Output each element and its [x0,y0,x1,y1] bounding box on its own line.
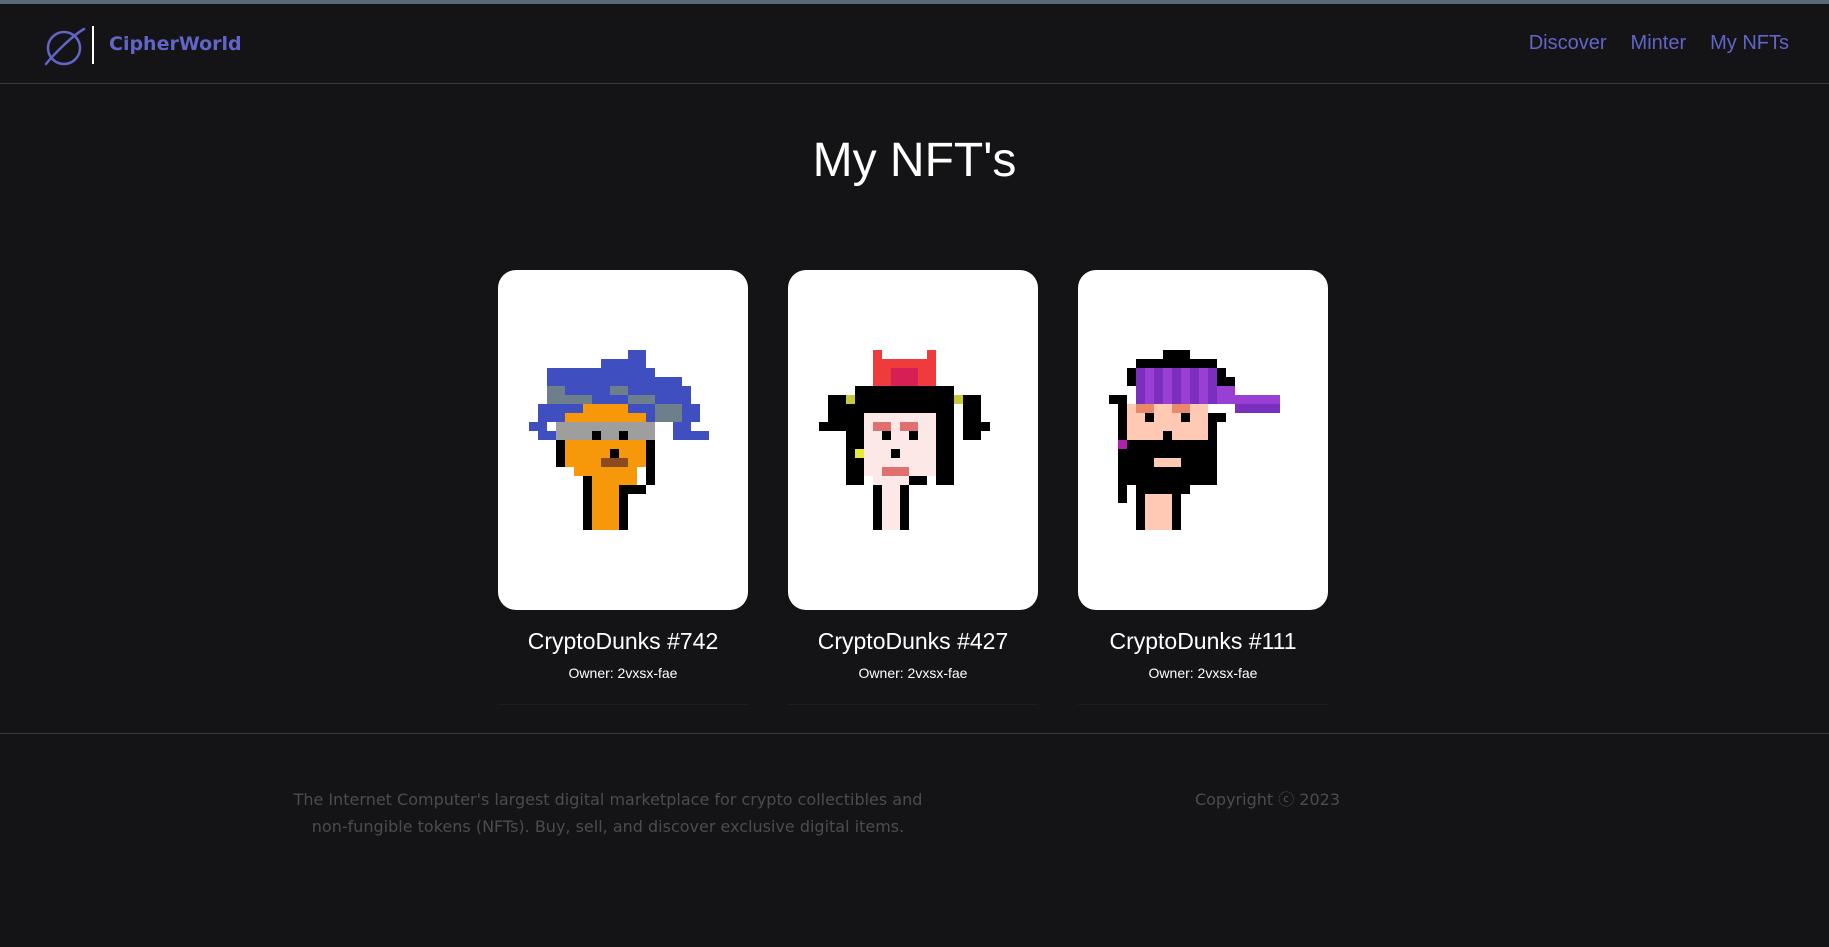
nft-image[interactable] [788,270,1038,610]
logo-divider [92,26,94,64]
nav-my-nfts[interactable]: My NFTs [1710,32,1789,55]
nft-card[interactable]: CryptoDunks #427 Owner: 2vxsx-fae [788,270,1038,705]
pixel-punk-blue-hair-icon [528,350,709,530]
brand-name[interactable]: CipherWorld [109,33,242,55]
nft-card[interactable]: CryptoDunks #742 Owner: 2vxsx-fae [498,270,748,705]
page-title: My NFT's [812,134,1017,187]
nft-image[interactable] [498,270,748,610]
pixel-punk-purple-cap-icon [1108,350,1280,530]
nft-owner: Owner: 2vxsx-fae [858,665,968,681]
main-nav: Discover Minter My NFTs [1529,32,1789,55]
nft-card[interactable]: CryptoDunks #111 Owner: 2vxsx-fae [1078,270,1328,705]
footer-description: The Internet Computer's largest digital … [293,790,923,836]
planet-icon[interactable] [42,24,88,70]
site-footer: The Internet Computer's largest digital … [0,733,1829,947]
nft-name: CryptoDunks #111 [1109,628,1297,654]
nft-owner: Owner: 2vxsx-fae [568,665,678,681]
nav-discover[interactable]: Discover [1529,32,1607,55]
nft-name: CryptoDunks #742 [527,628,719,654]
nft-owner: Owner: 2vxsx-fae [1148,665,1258,681]
pixel-punk-red-bow-icon [818,350,990,530]
footer-copyright: Copyright ⓒ 2023 [1194,790,1341,809]
nft-gallery: CryptoDunks #742 Owner: 2vxsx-fae Crypto… [498,270,1328,705]
site-header: CipherWorld Discover Minter My NFTs [0,4,1829,84]
nft-name: CryptoDunks #427 [817,628,1009,654]
nav-minter[interactable]: Minter [1631,32,1687,55]
nft-image[interactable] [1078,270,1328,610]
